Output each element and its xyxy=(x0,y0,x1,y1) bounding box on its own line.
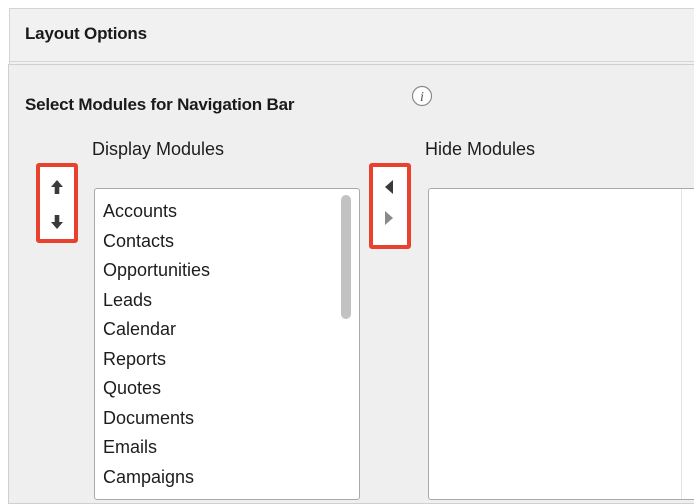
display-list-scrollbar[interactable] xyxy=(341,193,351,495)
list-item[interactable]: Documents xyxy=(103,404,210,434)
hide-modules-label: Hide Modules xyxy=(425,139,536,159)
list-item[interactable]: Opportunities xyxy=(103,256,210,286)
move-to-display-button[interactable] xyxy=(379,176,399,198)
section-title: Layout Options xyxy=(25,24,147,43)
triangle-right-icon xyxy=(385,211,393,225)
display-modules-list[interactable]: Accounts Contacts Opportunities Leads Calend… xyxy=(94,188,360,500)
display-list-scroll-thumb[interactable] xyxy=(341,195,351,319)
move-to-hide-button[interactable] xyxy=(379,207,399,229)
list-item[interactable]: Campaigns xyxy=(103,463,210,493)
move-down-button[interactable] xyxy=(47,211,67,233)
section-header: Layout Options xyxy=(10,9,694,62)
list-item[interactable]: Calendar xyxy=(103,315,210,345)
info-icon[interactable]: i xyxy=(411,85,433,107)
triangle-left-icon xyxy=(385,180,393,194)
list-item[interactable]: Emails xyxy=(103,433,210,463)
display-modules-items: Accounts Contacts Opportunities Leads Calend… xyxy=(103,197,210,492)
list-item[interactable]: Quotes xyxy=(103,374,210,404)
move-up-button[interactable] xyxy=(47,176,67,198)
list-item[interactable]: Accounts xyxy=(103,197,210,227)
list-item[interactable]: Leads xyxy=(103,286,210,316)
list-item[interactable]: Reports xyxy=(103,345,210,375)
hide-list-scrollbar[interactable] xyxy=(681,189,694,499)
display-modules-label: Display Modules xyxy=(92,139,225,159)
arrow-down-icon xyxy=(51,215,63,229)
arrow-up-icon xyxy=(51,180,63,194)
list-item[interactable]: Contacts xyxy=(103,227,210,257)
hide-modules-list[interactable] xyxy=(428,188,694,500)
navigation-bar-title: Select Modules for Navigation Bar xyxy=(25,95,295,114)
svg-text:i: i xyxy=(420,90,424,105)
